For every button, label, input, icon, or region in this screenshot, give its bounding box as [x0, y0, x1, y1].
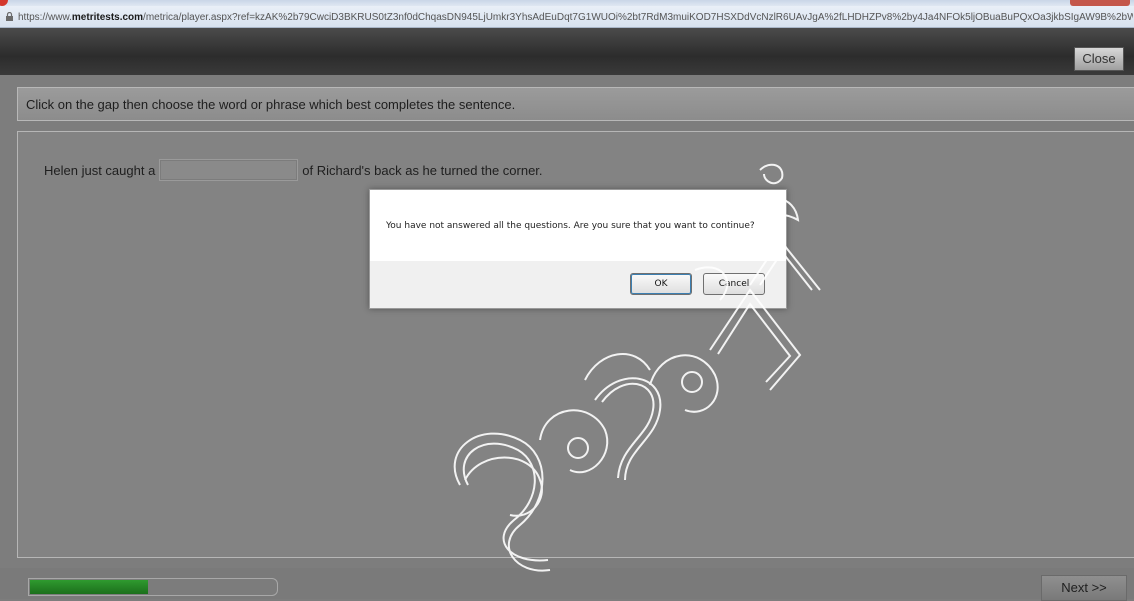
dialog-message-area: You have not answered all the questions.…: [370, 190, 786, 261]
browser-tab-strip: [0, 0, 1134, 6]
confirm-dialog: You have not answered all the questions.…: [369, 189, 787, 309]
dialog-message: You have not answered all the questions.…: [386, 221, 755, 231]
next-button[interactable]: Next >>: [1041, 575, 1127, 601]
dialog-button-area: OK Cancel: [370, 261, 786, 308]
url-field[interactable]: https://www.metritests.com/metrica/playe…: [18, 11, 1133, 25]
browser-address-bar: https://www.metritests.com/metrica/playe…: [0, 0, 1134, 28]
ok-button[interactable]: OK: [630, 273, 692, 295]
lock-icon: [6, 12, 13, 21]
sentence-before-gap: Helen just caught a: [44, 162, 156, 178]
url-path: /metrica/player.aspx?ref=kzAK%2b79CwciD3…: [143, 12, 1133, 23]
url-domain: metritests.com: [71, 12, 144, 23]
progress-fill: [30, 580, 148, 594]
cancel-button[interactable]: Cancel: [703, 273, 765, 295]
instruction-bar: Click on the gap then choose the word or…: [17, 87, 1134, 121]
answer-gap[interactable]: [159, 159, 299, 181]
close-button[interactable]: Close: [1074, 47, 1124, 71]
question-sentence: Helen just caught a of Richard's back as…: [44, 159, 543, 181]
progress-bar: [28, 578, 278, 596]
instruction-text: Click on the gap then choose the word or…: [26, 97, 516, 112]
url-prefix: https://www.: [18, 12, 72, 23]
sentence-after-gap: of Richard's back as he turned the corne…: [302, 162, 543, 178]
window-close-icon[interactable]: [1070, 0, 1130, 6]
app-header: Close: [0, 28, 1134, 75]
